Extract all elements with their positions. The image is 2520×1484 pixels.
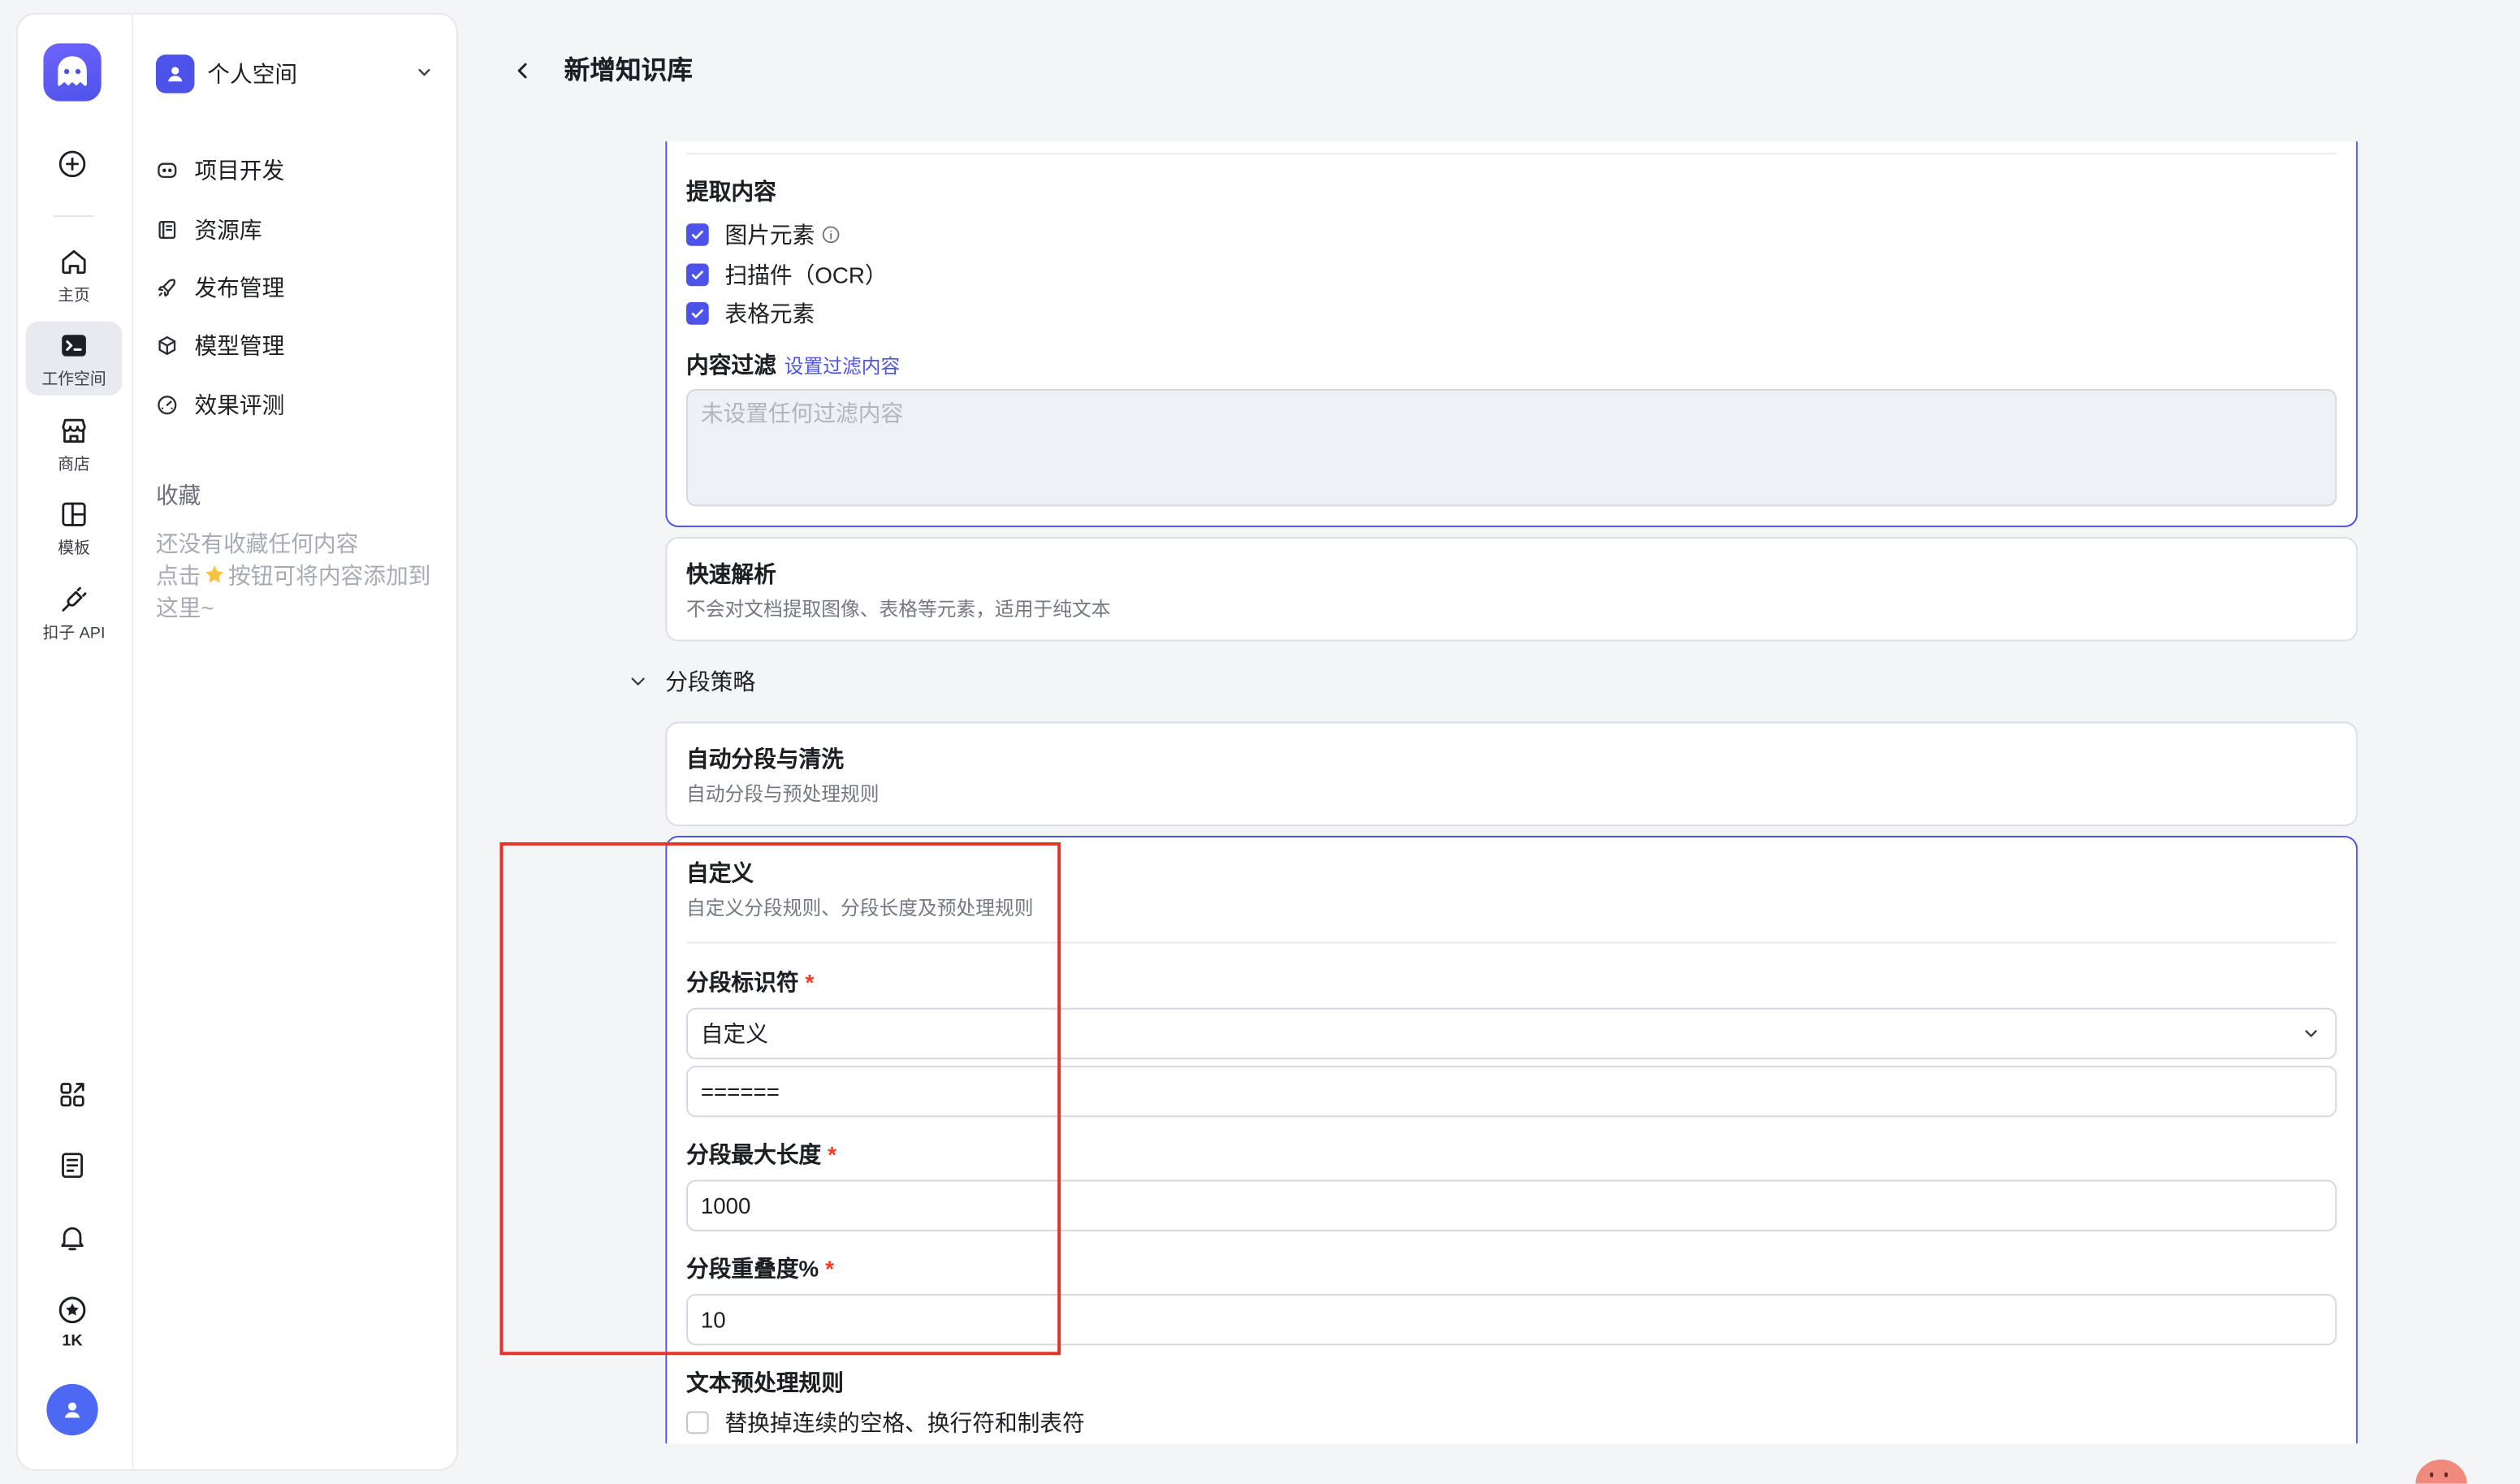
preprocess-title: 文本预处理规则 [686,1369,844,1395]
rail-item-label: 商店 [58,456,90,474]
checkbox[interactable] [686,223,709,246]
workspace-name: 个人空间 [207,61,298,87]
nav-item-models[interactable]: 模型管理 [156,330,445,362]
card-title: 自动分段与清洗 [686,746,844,772]
nav-item-library[interactable]: 资源库 [156,214,445,246]
extract-option-tables[interactable]: 表格元素 [686,297,815,330]
document-icon[interactable] [56,1149,89,1182]
rail-separator [53,215,93,218]
card-divider [686,153,2337,154]
extract-option-ocr[interactable]: 扫描件（OCR） [686,259,888,292]
content-filter-title: 内容过滤 设置过滤内容 [686,348,900,383]
page-title: 新增知识库 [564,58,693,85]
rail-divider [132,12,134,1471]
create-plus-icon[interactable] [56,148,89,180]
store-icon [58,415,90,448]
nav-item-label: 资源库 [194,217,262,243]
home-icon [58,246,90,279]
nav-item-evaluation[interactable]: 效果评测 [156,389,445,422]
user-avatar[interactable] [46,1383,98,1436]
bell-icon[interactable] [56,1222,89,1254]
rail-item-label: 模板 [58,539,90,558]
robot-icon [156,159,179,182]
rocket-icon [156,276,179,299]
rail-item-store[interactable]: 商店 [26,407,123,481]
checkbox[interactable] [686,263,709,287]
workspace-selector[interactable]: 个人空间 [155,54,445,93]
app-logo[interactable] [43,43,102,102]
favorites-empty-line: 还没有收藏任何内容 [155,530,359,556]
rail-item-label: 主页 [58,288,90,306]
fast-parsing-card[interactable]: 快速解析 不会对文档提取图像、表格等元素，适用于纯文本 [665,536,2358,642]
rail-item-label: 扣子 API [42,625,106,643]
credits-count: 1K [62,1332,83,1351]
assistant-bot-avatar[interactable] [2415,1459,2467,1484]
workspace-avatar-icon [155,54,195,93]
library-icon [156,218,179,241]
nav-item-label: 项目开发 [194,157,285,184]
content-filter-label: 内容过滤 [686,352,776,379]
gauge-icon [156,394,179,417]
precise-parsing-card[interactable]: 提取内容 图片元素 扫描件（OCR） 表格元素 内容过滤 设置过滤内容 [665,141,2358,528]
chevron-left-icon [509,58,535,84]
card-description: 不会对文档提取图像、表格等元素，适用于纯文本 [686,598,1111,621]
extract-option-images[interactable]: 图片元素 [686,218,841,251]
favorites-empty-text: 还没有收藏任何内容 点击 按钮可将内容添加到这里~ [156,527,442,624]
nav-item-projects[interactable]: 项目开发 [156,154,445,187]
section-title: 分段策略 [665,668,756,694]
apps-grid-icon[interactable] [56,1079,89,1111]
checkbox-label: 替换掉连续的空格、换行符和制表符 [724,1409,1085,1436]
chevron-down-icon [2302,1024,2321,1044]
rail-item-home[interactable]: 主页 [26,238,123,312]
app-root: 主页 工作空间 商店 模板 扣子 API 1K 个人空间 项目开发 资源库 发布… [0,0,2520,1484]
rail-item-templates[interactable]: 模板 [26,491,123,565]
nav-item-label: 模型管理 [194,332,285,359]
chevron-down-icon [627,670,650,693]
bot-eye [2444,1472,2448,1478]
star-badge-icon[interactable] [56,1294,89,1326]
template-icon [58,498,90,530]
set-filter-link[interactable]: 设置过滤内容 [785,355,901,378]
favorites-hint-prefix: 点击 [155,562,201,589]
terminal-icon [58,330,90,362]
nav-item-label: 发布管理 [194,275,285,301]
checkbox-label: 扫描件（OCR） [724,262,888,288]
card-description: 自动分段与预处理规则 [686,782,880,806]
nav-item-label: 效果评测 [194,392,285,418]
api-plug-icon [58,583,90,616]
checkbox[interactable] [686,302,709,325]
bot-eye [2430,1472,2434,1478]
rail-item-label: 工作空间 [41,371,106,389]
auto-segmentation-card[interactable]: 自动分段与清洗 自动分段与预处理规则 [665,721,2358,827]
favorites-title: 收藏 [155,482,201,508]
content-filter-textarea [686,388,2337,507]
checkbox[interactable] [686,1411,709,1434]
segmentation-section-header[interactable]: 分段策略 [627,665,819,698]
favorites-hint: 点击 按钮可将内容添加到这里~ [156,560,442,624]
annotation-highlight-box [499,842,1061,1356]
checkbox-label: 图片元素 [724,222,815,248]
back-button[interactable] [509,58,535,84]
info-icon[interactable] [821,225,841,244]
chevron-down-icon [415,63,434,82]
cube-icon [156,335,179,357]
checkbox-label: 表格元素 [724,301,815,327]
nav-item-publish[interactable]: 发布管理 [156,271,445,304]
sidebar: 主页 工作空间 商店 模板 扣子 API 1K 个人空间 项目开发 资源库 发布… [15,12,459,1471]
preprocess-rule-whitespace[interactable]: 替换掉连续的空格、换行符和制表符 [686,1407,1085,1439]
rail-item-api[interactable]: 扣子 API [26,575,123,649]
star-icon [202,563,227,587]
card-title: 快速解析 [686,560,776,587]
extract-content-title: 提取内容 [686,178,776,205]
rail-item-workspace[interactable]: 工作空间 [25,321,123,396]
